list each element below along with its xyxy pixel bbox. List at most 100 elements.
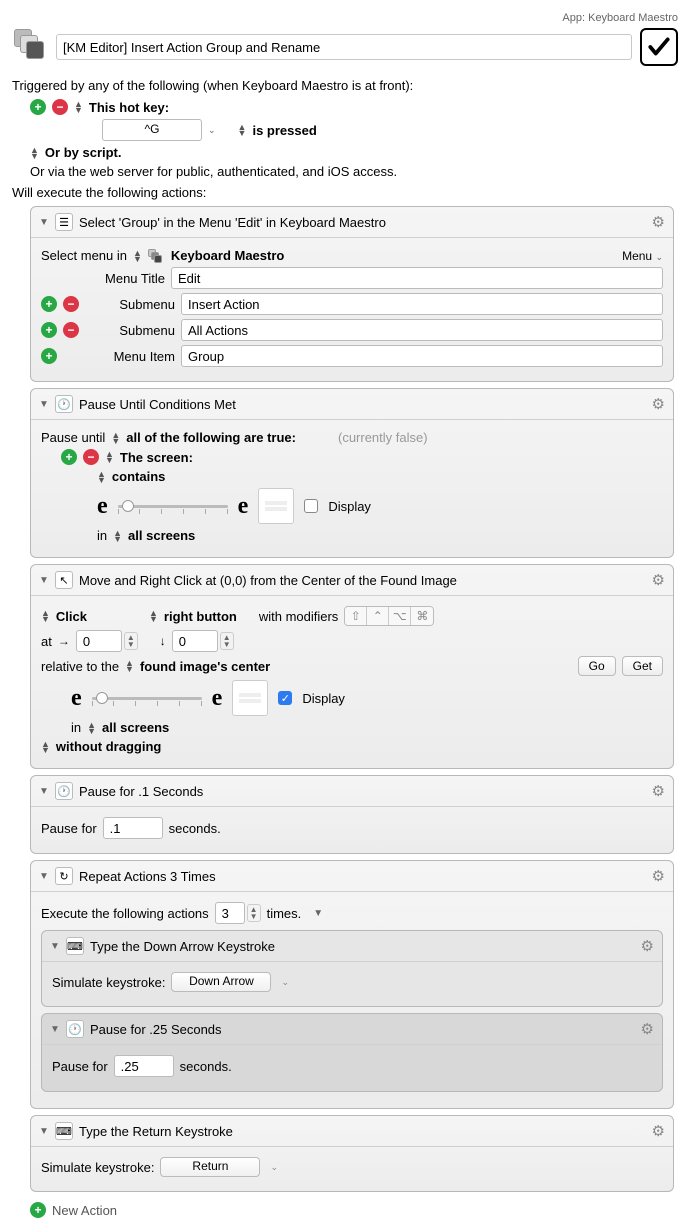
action-title: Type the Down Arrow Keystroke bbox=[90, 939, 275, 954]
scope-stepper[interactable] bbox=[87, 722, 96, 734]
gear-icon[interactable]: ⚙ bbox=[652, 571, 665, 589]
disclosure-icon[interactable] bbox=[39, 399, 49, 410]
hotkey-mode-stepper[interactable] bbox=[238, 124, 247, 136]
click-stepper[interactable] bbox=[41, 610, 50, 622]
trigger-stepper[interactable] bbox=[74, 101, 83, 113]
script-stepper[interactable] bbox=[30, 147, 39, 159]
new-action-button[interactable]: + bbox=[30, 1202, 46, 1218]
action-title: Pause for .25 Seconds bbox=[90, 1022, 222, 1037]
gear-icon[interactable]: ⚙ bbox=[652, 395, 665, 413]
seconds-label: seconds. bbox=[180, 1059, 232, 1074]
disclosure-icon[interactable] bbox=[39, 217, 49, 228]
scope-stepper[interactable] bbox=[113, 530, 122, 542]
action-repeat[interactable]: ↻ Repeat Actions 3 Times ⚙ Execute the f… bbox=[30, 860, 674, 1109]
app-name: Keyboard Maestro bbox=[171, 248, 284, 263]
disclosure-icon[interactable] bbox=[39, 786, 49, 797]
fuzz-slider[interactable] bbox=[118, 498, 228, 514]
relative-stepper[interactable] bbox=[125, 660, 134, 672]
clock-icon: 🕐 bbox=[55, 782, 73, 800]
times-disclosure-icon[interactable] bbox=[313, 908, 323, 919]
menu-icon: ☰ bbox=[55, 213, 73, 231]
get-button[interactable]: Get bbox=[622, 656, 663, 676]
fuzz-e-left: e bbox=[97, 493, 108, 520]
menu-title-input[interactable] bbox=[171, 267, 663, 289]
simulate-label: Simulate keystroke: bbox=[52, 975, 165, 990]
add-submenu-button[interactable]: + bbox=[41, 296, 57, 312]
gear-icon[interactable]: ⚙ bbox=[641, 937, 654, 955]
gear-icon[interactable]: ⚙ bbox=[652, 782, 665, 800]
add-submenu-button[interactable]: + bbox=[41, 322, 57, 338]
remove-submenu-button[interactable]: − bbox=[63, 322, 79, 338]
pause-value-input[interactable] bbox=[114, 1055, 174, 1077]
keyboard-icon: ⌨ bbox=[66, 937, 84, 955]
add-trigger-button[interactable]: + bbox=[30, 99, 46, 115]
add-condition-button[interactable]: + bbox=[61, 449, 77, 465]
gear-icon[interactable]: ⚙ bbox=[652, 213, 665, 231]
remove-condition-button[interactable]: − bbox=[83, 449, 99, 465]
action-pause-25[interactable]: 🕐 Pause for .25 Seconds ⚙ Pause for seco… bbox=[41, 1013, 663, 1092]
enable-toggle[interactable] bbox=[640, 28, 678, 66]
pause-label: Pause for bbox=[52, 1059, 108, 1074]
contains-stepper[interactable] bbox=[97, 471, 106, 483]
disclosure-icon[interactable] bbox=[39, 575, 49, 586]
disclosure-icon[interactable] bbox=[39, 1126, 49, 1137]
gear-icon[interactable]: ⚙ bbox=[641, 1020, 654, 1038]
submenu1-input[interactable] bbox=[181, 293, 663, 315]
action-click[interactable]: ↖ Move and Right Click at (0,0) from the… bbox=[30, 564, 674, 769]
display-checkbox[interactable] bbox=[304, 499, 318, 513]
app-stepper[interactable] bbox=[133, 250, 142, 262]
image-well[interactable] bbox=[258, 488, 294, 524]
clock-icon: 🕐 bbox=[55, 395, 73, 413]
pause-value-input[interactable] bbox=[103, 817, 163, 839]
action-type-down[interactable]: ⌨ Type the Down Arrow Keystroke ⚙ Simula… bbox=[41, 930, 663, 1007]
x-input[interactable] bbox=[76, 630, 122, 652]
action-select-menu[interactable]: ☰ Select 'Group' in the Menu 'Edit' in K… bbox=[30, 206, 674, 382]
disclosure-icon[interactable] bbox=[39, 871, 49, 882]
or-web: Or via the web server for public, authen… bbox=[30, 164, 397, 179]
repeat-count-input[interactable] bbox=[215, 902, 245, 924]
disclosure-icon[interactable] bbox=[50, 1024, 60, 1035]
x-stepper[interactable]: ▲▼ bbox=[124, 632, 138, 650]
remove-submenu-button[interactable]: − bbox=[63, 296, 79, 312]
macro-title-input[interactable] bbox=[56, 34, 632, 60]
chevron-down-icon[interactable]: ⌄ bbox=[281, 977, 289, 988]
hotkey-input[interactable]: ^G bbox=[102, 119, 202, 141]
submenu2-label: Submenu bbox=[85, 323, 175, 338]
fuzz-slider[interactable] bbox=[92, 690, 202, 706]
keystroke-select[interactable]: Return bbox=[160, 1157, 260, 1177]
new-action-label: New Action bbox=[52, 1203, 117, 1218]
disclosure-icon[interactable] bbox=[50, 941, 60, 952]
submenu2-input[interactable] bbox=[181, 319, 663, 341]
remove-trigger-button[interactable]: − bbox=[52, 99, 68, 115]
menu-dropdown[interactable]: Menu ⌄ bbox=[622, 249, 663, 263]
drag-label: without dragging bbox=[56, 739, 161, 754]
y-stepper[interactable]: ▲▼ bbox=[220, 632, 234, 650]
gear-icon[interactable]: ⚙ bbox=[652, 1122, 665, 1140]
modifier-buttons[interactable]: ⇧⌃⌥⌘ bbox=[344, 606, 434, 626]
y-input[interactable] bbox=[172, 630, 218, 652]
mode-stepper[interactable] bbox=[111, 432, 120, 444]
hotkey-mode: is pressed bbox=[252, 123, 316, 138]
display-checkbox[interactable]: ✓ bbox=[278, 691, 292, 705]
add-menuitem-button[interactable]: + bbox=[41, 348, 57, 364]
app-mini-icon bbox=[148, 249, 162, 263]
keystroke-select[interactable]: Down Arrow bbox=[171, 972, 271, 992]
relative-value: found image's center bbox=[140, 659, 270, 674]
action-title: Type the Return Keystroke bbox=[79, 1124, 233, 1139]
image-well[interactable] bbox=[232, 680, 268, 716]
hotkey-menu[interactable]: ⌄ bbox=[208, 125, 216, 136]
action-pause-1[interactable]: 🕐 Pause for .1 Seconds ⚙ Pause for secon… bbox=[30, 775, 674, 854]
chevron-down-icon[interactable]: ⌄ bbox=[270, 1162, 278, 1173]
gear-icon[interactable]: ⚙ bbox=[652, 867, 665, 885]
fuzz-e-right: e bbox=[238, 493, 249, 520]
action-pause-until[interactable]: 🕐 Pause Until Conditions Met ⚙ Pause unt… bbox=[30, 388, 674, 558]
display-label: Display bbox=[328, 499, 371, 514]
repeat-stepper[interactable]: ▲▼ bbox=[247, 904, 261, 922]
menu-item-input[interactable] bbox=[181, 345, 663, 367]
go-button[interactable]: Go bbox=[578, 656, 616, 676]
condition-stepper[interactable] bbox=[105, 451, 114, 463]
button-stepper[interactable] bbox=[149, 610, 158, 622]
drag-stepper[interactable] bbox=[41, 741, 50, 753]
action-type-return[interactable]: ⌨ Type the Return Keystroke ⚙ Simulate k… bbox=[30, 1115, 674, 1192]
keyboard-icon: ⌨ bbox=[55, 1122, 73, 1140]
